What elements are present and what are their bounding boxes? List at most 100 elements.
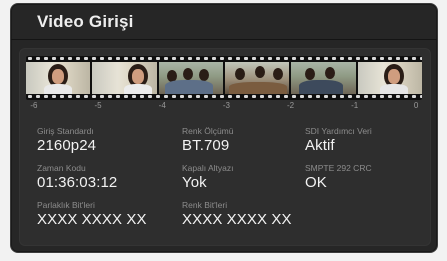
sdi-ancillary-label: SDI Yardımcı Veri xyxy=(305,126,372,136)
film-perforation xyxy=(420,57,422,60)
film-perforation xyxy=(60,57,64,60)
film-perforation xyxy=(316,57,320,60)
thumbnail-frame xyxy=(291,62,356,94)
film-perforation xyxy=(252,57,256,60)
film-perforation xyxy=(92,95,96,98)
film-perforation xyxy=(228,95,232,98)
film-perforation xyxy=(204,95,208,98)
film-perforation xyxy=(220,57,224,60)
thumbnail-frame xyxy=(224,62,290,94)
film-perforation xyxy=(260,95,264,98)
film-perforation xyxy=(348,57,352,60)
film-perforation xyxy=(44,95,48,98)
film-perforation xyxy=(180,57,184,60)
sdi-ancillary-value: Aktif xyxy=(305,137,335,154)
film-perforation xyxy=(404,95,408,98)
brightness-bits-value: XXXX XXXX XX xyxy=(37,211,147,228)
film-perforation xyxy=(156,95,160,98)
closed-captions-value: Yok xyxy=(182,174,207,191)
film-perforation xyxy=(84,95,88,98)
film-perforation xyxy=(324,57,328,60)
film-perforation xyxy=(404,57,408,60)
thumbnail-frame xyxy=(357,62,422,94)
film-perforation xyxy=(108,57,112,60)
film-perforation xyxy=(164,57,168,60)
film-perforation xyxy=(116,95,120,98)
thumbnail-frame xyxy=(158,62,223,94)
film-perforation xyxy=(164,95,168,98)
film-perforation xyxy=(116,57,120,60)
panel-header: Video Girişi xyxy=(11,4,437,40)
film-perforation xyxy=(76,95,80,98)
film-perforation xyxy=(388,57,392,60)
film-perforation xyxy=(52,95,56,98)
film-perforation xyxy=(28,57,32,60)
film-perforation xyxy=(356,57,360,60)
film-perforation xyxy=(292,57,296,60)
video-thumbnail-strip xyxy=(26,56,422,100)
color-space-label: Renk Ölçümü xyxy=(182,126,234,136)
film-perforation xyxy=(412,95,416,98)
input-standard-value: 2160p24 xyxy=(37,137,97,154)
film-perforation xyxy=(100,95,104,98)
film-perforation xyxy=(124,57,128,60)
film-perforation xyxy=(204,57,208,60)
film-perforation xyxy=(252,95,256,98)
panel-title: Video Girişi xyxy=(37,12,134,31)
tick-label: -5 xyxy=(94,101,102,110)
film-perforation xyxy=(212,57,216,60)
film-perforation xyxy=(340,95,344,98)
film-perforation xyxy=(180,95,184,98)
film-perforation xyxy=(372,95,376,98)
film-perforation xyxy=(412,57,416,60)
thumbnail-frame xyxy=(92,62,157,94)
tick-label: -2 xyxy=(286,101,295,110)
film-perforation xyxy=(108,95,112,98)
film-perforation xyxy=(36,57,40,60)
film-perforation xyxy=(356,95,360,98)
closed-captions-label: Kapalı Altyazı xyxy=(182,163,234,173)
film-perforation xyxy=(268,57,272,60)
film-perforation xyxy=(188,95,192,98)
film-perforation xyxy=(212,95,216,98)
film-perforation xyxy=(76,57,80,60)
film-perforation xyxy=(308,95,312,98)
film-perforation xyxy=(28,95,32,98)
film-perforation xyxy=(196,57,200,60)
film-perforation xyxy=(132,95,136,98)
film-perforation xyxy=(84,57,88,60)
film-perforation xyxy=(196,95,200,98)
film-perforation xyxy=(244,95,248,98)
timecode-value: 01:36:03:12 xyxy=(37,174,118,191)
film-perforation xyxy=(68,95,72,98)
film-perforation xyxy=(340,57,344,60)
film-perforation xyxy=(284,95,288,98)
film-perforation xyxy=(100,57,104,60)
thumbnail-frame xyxy=(26,62,91,94)
film-perforation xyxy=(236,95,240,98)
film-perforation xyxy=(308,57,312,60)
film-perforation xyxy=(332,95,336,98)
film-perforation xyxy=(148,57,152,60)
film-perforation xyxy=(396,57,400,60)
film-perforation xyxy=(380,57,384,60)
film-perforation xyxy=(132,57,136,60)
timecode-label: Zaman Kodu xyxy=(37,163,86,173)
film-perforation xyxy=(300,95,304,98)
film-perforations-bottom xyxy=(26,95,422,99)
film-perforation xyxy=(332,57,336,60)
film-perforation xyxy=(140,95,144,98)
smpte-crc-value: OK xyxy=(305,174,327,191)
film-perforation xyxy=(316,95,320,98)
film-perforation xyxy=(60,95,64,98)
color-bits-label: Renk Bit'leri xyxy=(182,200,228,210)
film-perforation xyxy=(364,95,368,98)
film-perforation xyxy=(260,57,264,60)
tick-label: -3 xyxy=(222,101,230,110)
film-perforation xyxy=(324,95,328,98)
film-perforation xyxy=(276,95,280,98)
film-perforation xyxy=(420,95,422,98)
color-bits-value: XXXX XXXX XX xyxy=(182,211,292,228)
film-perforation xyxy=(228,57,232,60)
color-space-value: BT.709 xyxy=(182,137,230,154)
